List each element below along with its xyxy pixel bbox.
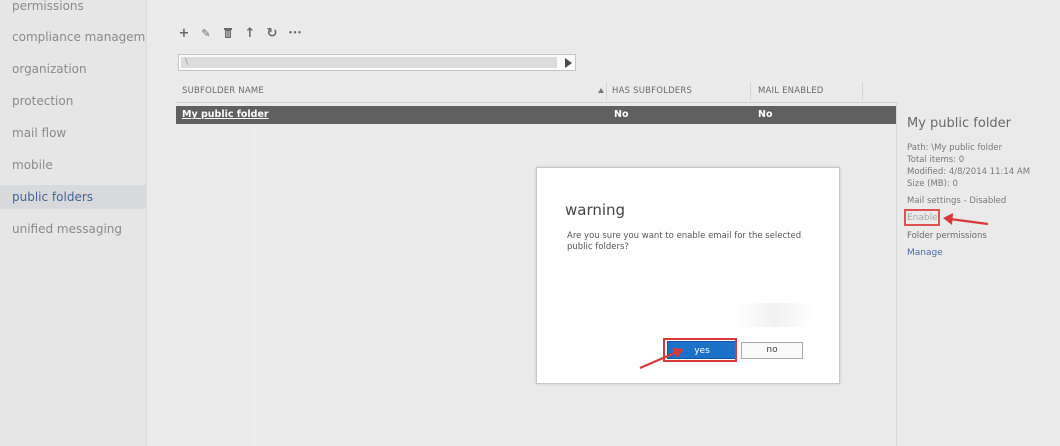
dialog-blur-area (737, 303, 813, 327)
no-button[interactable]: no (741, 342, 803, 359)
yes-highlight-box (663, 338, 737, 362)
modal-overlay (0, 0, 1060, 446)
dialog-message: Are you sure you want to enable email fo… (567, 231, 802, 252)
dialog-title: warning (565, 201, 626, 219)
